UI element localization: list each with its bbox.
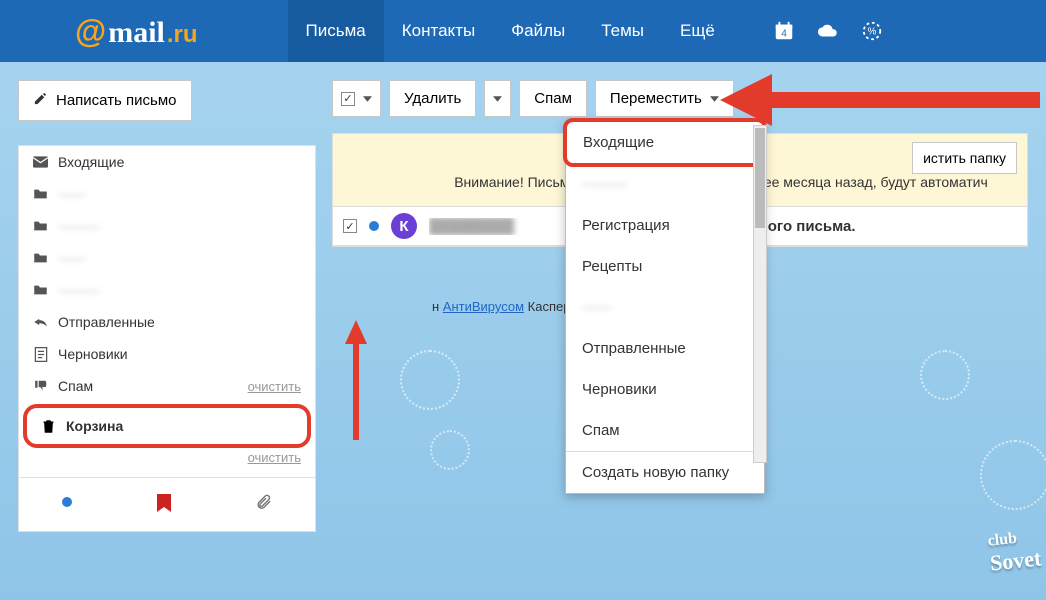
chevron-down-icon: [710, 96, 719, 102]
nav-contacts[interactable]: Контакты: [384, 0, 493, 62]
cloud-icon[interactable]: [817, 20, 839, 42]
folder-label: ———: [58, 218, 100, 234]
move-button[interactable]: Переместить: [595, 80, 734, 117]
sidebar: Написать письмо Входящие —— ——— —— ———: [18, 80, 316, 532]
calendar-icon[interactable]: 4: [773, 20, 795, 42]
folder-label: ———: [58, 282, 100, 298]
logo-at: @: [75, 13, 106, 50]
watermark: club Sovet: [987, 527, 1043, 576]
nav-themes[interactable]: Темы: [583, 0, 662, 62]
nav-files[interactable]: Файлы: [493, 0, 583, 62]
folder-icon: [33, 251, 48, 266]
antivirus-link[interactable]: АнтиВирусом: [443, 299, 524, 314]
folder-icon: [33, 219, 48, 234]
empty-folder-button[interactable]: истить папку: [912, 142, 1017, 174]
inbox-icon: [33, 155, 48, 170]
top-icons: 4 %: [773, 20, 883, 42]
dd-create-folder[interactable]: Создать новую папку: [566, 452, 764, 493]
dd-option[interactable]: ———: [566, 164, 764, 205]
chevron-down-icon: [363, 96, 372, 102]
row-checkbox[interactable]: [343, 219, 357, 233]
bookmark-icon[interactable]: [157, 494, 171, 515]
folder-sent[interactable]: Отправленные: [19, 306, 315, 338]
checkbox-icon: [341, 92, 355, 106]
compose-button[interactable]: Написать письмо: [18, 80, 192, 121]
folder-drafts[interactable]: Черновики: [19, 338, 315, 370]
compose-label: Написать письмо: [56, 92, 177, 109]
folder-inbox[interactable]: Входящие: [19, 146, 315, 178]
move-dropdown: Входящие ——— Регистрация Рецепты —— Отпр…: [565, 120, 765, 494]
dd-option[interactable]: Спам: [566, 410, 764, 451]
folder-icon: [33, 283, 48, 298]
dd-option-inbox[interactable]: Входящие: [567, 122, 763, 163]
delete-button[interactable]: Удалить: [389, 80, 476, 117]
folder-trash[interactable]: Корзина: [27, 410, 307, 442]
svg-text:%: %: [867, 27, 876, 38]
folder-icon: [33, 187, 48, 202]
unread-dot-icon: [369, 221, 379, 231]
highlight-trash: Корзина: [23, 404, 311, 448]
dd-option[interactable]: Регистрация: [566, 205, 764, 246]
folder-custom[interactable]: ———: [19, 210, 315, 242]
dropdown-scrollbar[interactable]: [753, 125, 767, 463]
logo-text: mail: [108, 16, 165, 50]
folder-label: ——: [58, 250, 86, 266]
select-all-checkbox[interactable]: [332, 80, 381, 117]
logo[interactable]: @ mail .ru: [75, 13, 198, 50]
logo-tld: .ru: [167, 21, 198, 49]
delete-dropdown[interactable]: [484, 80, 511, 117]
dd-option[interactable]: Рецепты: [566, 246, 764, 287]
sidebar-bottom-icons: [19, 477, 315, 531]
nav-more[interactable]: Ещё: [662, 0, 733, 62]
folder-custom[interactable]: ———: [19, 274, 315, 306]
avatar: К: [391, 213, 417, 239]
folder-label: Спам: [58, 378, 93, 394]
spam-button[interactable]: Спам: [519, 80, 587, 117]
trash-clear-row: очистить: [19, 450, 315, 477]
dd-option[interactable]: Черновики: [566, 369, 764, 410]
clear-trash-link[interactable]: очистить: [248, 450, 301, 465]
delete-label: Удалить: [404, 90, 461, 107]
folder-label: Корзина: [66, 418, 123, 434]
folder-list: Входящие —— ——— —— ——— Отправленные: [18, 145, 316, 532]
highlight-inbox-option: Входящие: [563, 118, 767, 167]
folder-custom[interactable]: ——: [19, 242, 315, 274]
spam-label: Спам: [534, 90, 572, 107]
folder-label: Входящие: [58, 154, 124, 170]
attachment-icon[interactable]: [256, 494, 273, 515]
chevron-down-icon: [493, 96, 502, 102]
av-prefix: н: [432, 299, 443, 314]
thumbs-down-icon: [33, 379, 48, 394]
dd-option[interactable]: ——: [566, 287, 764, 328]
clear-spam-link[interactable]: очистить: [248, 379, 301, 394]
nav-mail[interactable]: Письма: [288, 0, 384, 62]
header: @ mail .ru Письма Контакты Файлы Темы Ещ…: [0, 0, 1046, 62]
folder-custom[interactable]: ——: [19, 178, 315, 210]
folder-label: ——: [58, 186, 86, 202]
dd-option[interactable]: Отправленные: [566, 328, 764, 369]
discount-icon[interactable]: %: [861, 20, 883, 42]
trash-icon: [41, 419, 56, 434]
reply-icon: [33, 315, 48, 330]
document-icon: [33, 347, 48, 362]
nav: Письма Контакты Файлы Темы Ещё: [288, 0, 733, 62]
folder-label: Черновики: [58, 346, 128, 362]
svg-text:4: 4: [781, 29, 787, 40]
unread-dot-icon[interactable]: [62, 494, 72, 515]
folder-label: Отправленные: [58, 314, 155, 330]
folder-spam[interactable]: Спам очистить: [19, 370, 315, 402]
toolbar: Удалить Спам Переместить: [332, 80, 1028, 117]
compose-icon: [33, 91, 48, 110]
move-label: Переместить: [610, 90, 702, 107]
